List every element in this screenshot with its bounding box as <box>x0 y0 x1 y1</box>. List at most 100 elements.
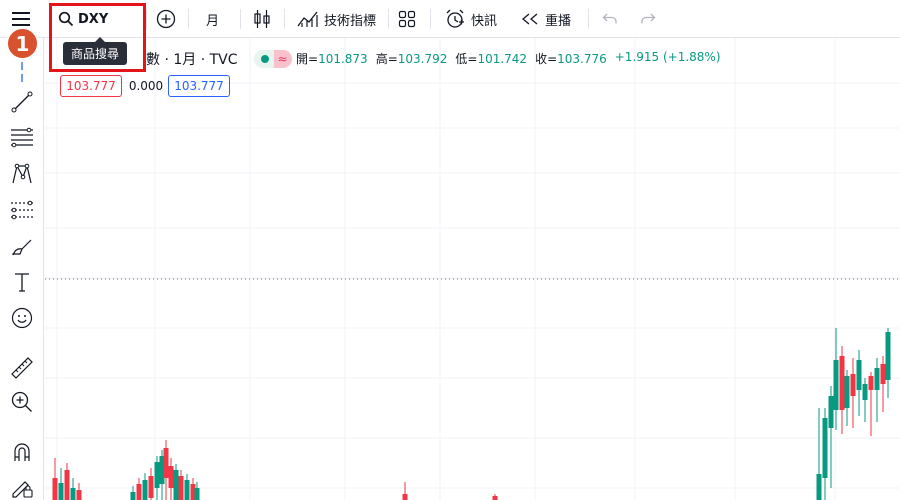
toolbar-divider <box>430 9 431 29</box>
candle-body <box>844 376 850 408</box>
toolbar-divider <box>188 9 189 29</box>
forecast-tool[interactable] <box>8 196 36 224</box>
trend-line-icon <box>11 91 33 113</box>
pattern-icon <box>12 163 32 184</box>
candle-body <box>142 480 148 500</box>
indicators-label: 技術指標 <box>324 13 377 29</box>
candle-body <box>868 376 874 390</box>
change-value: +1.915 (+1.88%) <box>614 50 721 64</box>
candle-body <box>828 396 834 428</box>
candle-body <box>822 418 828 478</box>
toolbar-divider <box>388 9 389 29</box>
alert-button[interactable]: 快訊 <box>444 0 497 38</box>
undo-button[interactable] <box>602 0 618 38</box>
candle-body <box>862 384 868 400</box>
trend-line-tool[interactable] <box>8 88 36 116</box>
candle-body <box>52 478 58 500</box>
candle-body <box>64 470 70 500</box>
layouts-button[interactable] <box>398 0 416 38</box>
bid-price[interactable]: 103.777 <box>60 75 122 97</box>
candle-body <box>70 488 76 500</box>
fib-levels-icon <box>11 127 33 148</box>
candle-body <box>184 480 190 500</box>
ohlc-values: 開=101.873 高=103.792 低=101.742 收=103.776 … <box>296 50 721 67</box>
candle-body <box>130 492 136 500</box>
magnet-icon <box>14 443 30 461</box>
high-value: 高=103.792 <box>375 52 448 66</box>
step-number-badge: 1 <box>6 27 39 60</box>
candle-body <box>874 368 880 390</box>
ruler-icon <box>11 357 33 379</box>
brush-tool[interactable] <box>8 233 36 261</box>
pattern-tool[interactable] <box>8 160 36 188</box>
alert-label: 快訊 <box>471 13 498 29</box>
candle-body <box>178 476 184 500</box>
chart-legend: 數 · 1月 · TVC ≈ <box>146 50 292 68</box>
candle-body <box>163 448 169 478</box>
crosshair-icon <box>21 62 23 82</box>
crosshair-tool[interactable] <box>8 58 36 86</box>
redo-icon <box>641 13 656 24</box>
candle-body <box>816 474 822 500</box>
plus-circle-icon <box>156 9 176 29</box>
series-title[interactable]: 數 · 1月 · TVC <box>146 49 238 69</box>
low-value: 低=101.742 <box>455 52 528 66</box>
hamburger-icon <box>12 12 30 26</box>
candle-body <box>885 332 891 380</box>
zoom-in-icon <box>11 391 32 412</box>
market-open-dot-icon <box>260 55 269 63</box>
toolbar-divider <box>146 9 147 29</box>
candle-body <box>402 494 408 500</box>
candle-body <box>850 374 856 396</box>
undo-icon <box>602 13 617 24</box>
rewind-icon <box>521 13 538 25</box>
text-icon <box>15 273 29 292</box>
toolbar-divider <box>284 9 285 29</box>
close-value: 收=103.776 <box>535 52 607 66</box>
candle-body <box>856 360 862 390</box>
brush-icon <box>12 239 32 256</box>
candle-body <box>833 360 839 410</box>
chart-type-button[interactable] <box>253 0 271 38</box>
market-status-toggle[interactable]: ≈ <box>253 50 292 68</box>
forecast-icon <box>11 200 33 220</box>
emoji-tool[interactable] <box>8 304 36 332</box>
lock-draw-icon <box>12 481 33 498</box>
search-tooltip: 商品搜尋 <box>63 37 128 65</box>
price-chart[interactable] <box>45 38 900 500</box>
candle-body <box>58 483 64 500</box>
candle-body <box>136 484 142 500</box>
price-chart-canvas[interactable] <box>45 38 900 500</box>
ruler-tool[interactable] <box>8 354 36 382</box>
delayed-data-icon: ≈ <box>273 50 292 68</box>
text-tool[interactable] <box>8 268 36 296</box>
zoom-in-tool[interactable] <box>8 388 36 416</box>
lock-draw-tool[interactable] <box>8 472 36 500</box>
indicators-button[interactable]: 技術指標 <box>297 0 376 38</box>
toolbar-divider <box>588 9 589 29</box>
indicators-icon <box>297 11 318 27</box>
replay-button[interactable]: 重播 <box>520 0 571 38</box>
candle-body <box>154 462 160 488</box>
emoji-icon <box>11 307 33 329</box>
fib-levels-tool[interactable] <box>8 123 36 151</box>
candle-body <box>492 496 498 500</box>
candle-body <box>173 470 179 500</box>
alarm-clock-icon <box>446 9 464 28</box>
interval-button[interactable]: 月 <box>206 0 219 38</box>
redo-button[interactable] <box>640 0 656 38</box>
grid-layout-icon <box>398 10 416 28</box>
candlestick-icon <box>254 10 270 28</box>
candle-body <box>839 356 845 410</box>
open-value: 開=101.873 <box>296 52 368 66</box>
toolbar-divider <box>240 9 241 29</box>
candle-body <box>76 490 82 500</box>
ask-price[interactable]: 103.777 <box>168 75 230 97</box>
magnet-tool[interactable] <box>8 438 36 466</box>
candle-body <box>880 364 886 384</box>
candle-body <box>168 466 174 488</box>
compare-add-button[interactable] <box>156 0 176 38</box>
candle-body <box>194 488 200 500</box>
spread-value: 0.000 <box>128 79 164 93</box>
candle-body <box>148 476 154 498</box>
